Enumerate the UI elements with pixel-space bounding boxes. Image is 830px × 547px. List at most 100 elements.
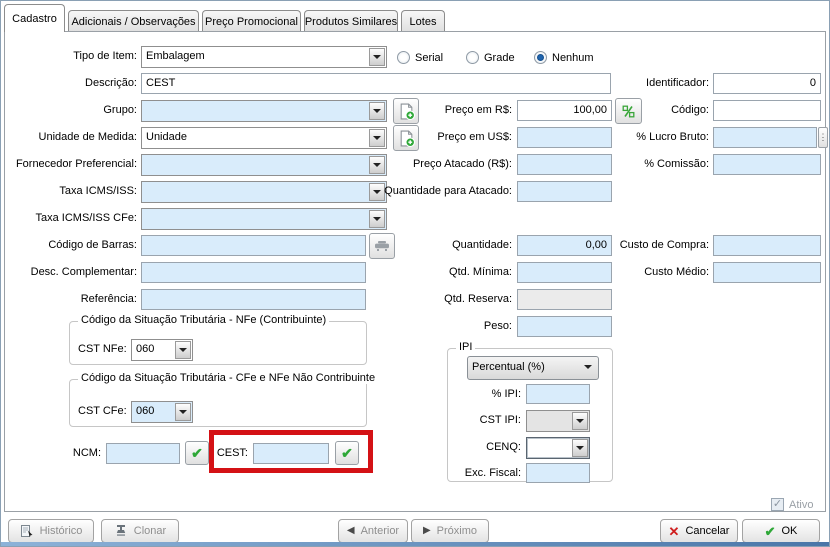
dropdown-arrow-icon[interactable] — [369, 210, 385, 228]
quantidade-label: Quantidade: — [351, 239, 512, 251]
desc-complementar-label: Desc. Complementar: — [1, 266, 137, 278]
cancelar-button[interactable]: ✕ Cancelar — [660, 519, 738, 543]
descricao-label: Descrição: — [1, 77, 137, 89]
ipi-exc-input[interactable] — [526, 463, 590, 483]
ipi-pct-input[interactable] — [526, 384, 590, 404]
radio-grade-label: Grade — [484, 52, 515, 64]
anterior-button-label: Anterior — [361, 525, 400, 537]
ok-button-label: OK — [782, 525, 798, 537]
dropdown-arrow-icon[interactable] — [581, 359, 597, 377]
cst-cfe-combobox[interactable]: 060 — [131, 401, 193, 423]
dropdown-arrow-icon[interactable] — [175, 403, 191, 421]
dropdown-arrow-icon[interactable] — [572, 412, 588, 430]
product-registration-window: Cadastro Adicionais / Observações Preço … — [0, 0, 830, 547]
peso-label: Peso: — [351, 320, 512, 332]
cest-highlight-box — [209, 430, 373, 473]
history-document-icon — [20, 524, 34, 538]
ncm-label: NCM: — [41, 447, 101, 459]
tab-label: Cadastro — [12, 13, 57, 25]
ipi-tipo-value: Percentual (%) — [472, 361, 545, 373]
ativo-label: Ativo — [789, 499, 813, 511]
dropdown-arrow-icon[interactable] — [369, 48, 385, 66]
referencia-label: Referência: — [1, 293, 137, 305]
custo-medio-input[interactable] — [713, 262, 821, 283]
ipi-cenq-combobox[interactable] — [526, 437, 590, 459]
dropdown-arrow-icon[interactable] — [572, 439, 588, 457]
radio-grade[interactable] — [466, 51, 479, 64]
preco-us-label: Preço em US$: — [351, 131, 512, 143]
cst-nfe-combobox[interactable]: 060 — [131, 339, 193, 361]
ncm-input[interactable] — [106, 443, 180, 464]
clone-clamp-icon — [114, 524, 128, 538]
ipi-exc-label: Exc. Fiscal: — [447, 467, 521, 479]
clonar-button[interactable]: Clonar — [101, 519, 179, 543]
cst-nfe-value: 060 — [136, 343, 154, 355]
tipo-item-value: Embalagem — [146, 50, 205, 62]
cst-cfe-value: 060 — [136, 405, 154, 417]
qtd-atacado-label: Quantidade para Atacado: — [351, 185, 512, 197]
cst-cfe-label: CST CFe: — [78, 405, 127, 417]
tab-label: Lotes — [410, 16, 437, 28]
ipi-cenq-label: CENQ: — [447, 441, 521, 453]
comissao-input[interactable] — [713, 154, 821, 175]
tab-cadastro[interactable]: Cadastro — [4, 4, 65, 32]
lucro-bruto-input[interactable] — [713, 127, 817, 148]
identificador-label: Identificador: — [561, 77, 709, 89]
tab-preco-promocional[interactable]: Preço Promocional — [202, 10, 301, 32]
lucro-bruto-expand-button[interactable] — [818, 127, 828, 148]
ok-check-icon: ✔ — [765, 525, 776, 538]
peso-input[interactable] — [517, 316, 612, 337]
dropdown-arrow-icon[interactable] — [175, 341, 191, 359]
ipi-cst-combobox[interactable] — [526, 410, 590, 432]
comissao-label: % Comissão: — [561, 158, 709, 170]
previous-arrow-icon: ◀ — [347, 526, 355, 536]
tab-lotes[interactable]: Lotes — [401, 10, 445, 32]
tab-label: Produtos Similares — [305, 16, 397, 28]
checkmark-icon: ✓ — [773, 498, 782, 510]
qtd-reserva-input — [517, 289, 612, 310]
unidade-medida-value: Unidade — [146, 131, 187, 143]
ipi-pct-label: % IPI: — [447, 388, 521, 400]
cod-barras-input[interactable] — [141, 235, 366, 256]
cst-nfe-label: CST NFe: — [78, 343, 127, 355]
codigo-input[interactable] — [713, 100, 821, 121]
radio-serial[interactable] — [397, 51, 410, 64]
desc-complementar-input[interactable] — [141, 262, 366, 283]
tab-adicionais-observacoes[interactable]: Adicionais / Observações — [68, 10, 199, 32]
qtd-reserva-label: Qtd. Reserva: — [351, 293, 512, 305]
taxa-icms-cfe-combobox[interactable] — [141, 208, 387, 230]
window-bottom-border — [1, 542, 829, 546]
qtd-atacado-input[interactable] — [517, 181, 612, 202]
historico-button-label: Histórico — [40, 525, 83, 537]
preco-rs-label: Preço em R$: — [351, 104, 512, 116]
fornecedor-label: Fornecedor Preferencial: — [1, 158, 137, 170]
ipi-tipo-combobox[interactable]: Percentual (%) — [467, 356, 599, 380]
tipo-item-combobox[interactable]: Embalagem — [141, 46, 387, 68]
lucro-bruto-label: % Lucro Bruto: — [561, 131, 709, 143]
ativo-checkbox[interactable]: ✓ — [771, 498, 784, 511]
ok-button[interactable]: ✔ OK — [742, 519, 820, 543]
historico-button[interactable]: Histórico — [8, 519, 94, 543]
cst-cfe-groupbox: Código da Situação Tributária - CFe e NF… — [69, 379, 367, 427]
tab-label: Adicionais / Observações — [71, 16, 195, 28]
codigo-label: Código: — [561, 104, 709, 116]
tab-produtos-similares[interactable]: Produtos Similares — [304, 10, 398, 32]
tab-label: Preço Promocional — [205, 16, 298, 28]
cst-cfe-group-title: Código da Situação Tributária - CFe e NF… — [78, 372, 378, 384]
grupo-label: Grupo: — [1, 104, 137, 116]
taxa-icms-cfe-label: Taxa ICMS/ISS CFe: — [1, 212, 137, 224]
custo-compra-input[interactable] — [713, 235, 821, 256]
anterior-button[interactable]: ◀ Anterior — [338, 519, 408, 543]
next-arrow-icon: ▶ — [423, 526, 431, 536]
cancelar-button-label: Cancelar — [685, 525, 729, 537]
proximo-button[interactable]: ▶ Próximo — [411, 519, 489, 543]
referencia-input[interactable] — [141, 289, 366, 310]
unidade-medida-label: Unidade de Medida: — [1, 131, 137, 143]
identificador-input[interactable]: 0 — [713, 73, 821, 94]
qtd-minima-label: Qtd. Mínima: — [351, 266, 512, 278]
ipi-group-title: IPI — [456, 341, 475, 353]
radio-nenhum[interactable] — [534, 51, 547, 64]
preco-atacado-label: Preço Atacado (R$): — [351, 158, 512, 170]
ipi-cst-label: CST IPI: — [447, 414, 521, 426]
descricao-input[interactable]: CEST — [141, 73, 611, 94]
